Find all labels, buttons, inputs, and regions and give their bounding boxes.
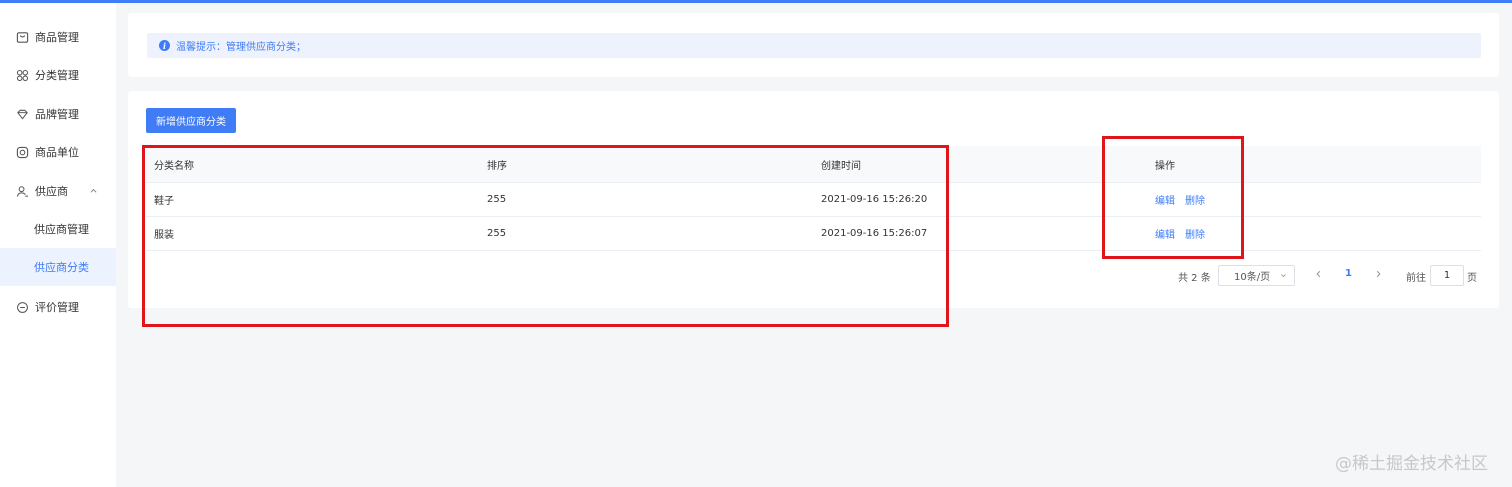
goto-label: 前往	[1406, 273, 1426, 284]
chevron-up-icon	[90, 188, 97, 193]
cell-actions: 编辑 删除	[1155, 183, 1215, 216]
info-icon: i	[159, 40, 170, 51]
sidebar-item-label: 商品管理	[35, 31, 79, 44]
diamond-icon	[16, 108, 29, 121]
grid-icon	[16, 69, 29, 82]
user-icon	[16, 185, 29, 198]
goto-suffix: 页	[1467, 273, 1477, 284]
supplier-category-card: 新增供应商分类 分类名称 排序 创建时间 操作 鞋子 255 2021-09-1…	[128, 91, 1499, 308]
chat-icon	[16, 301, 29, 314]
edit-link[interactable]: 编辑	[1155, 192, 1175, 207]
delete-link[interactable]: 删除	[1185, 226, 1205, 241]
cell-actions: 编辑 删除	[1155, 217, 1215, 250]
watermark: @稀土掘金技术社区	[1335, 454, 1488, 474]
cell-sort: 255	[487, 194, 507, 205]
delete-link[interactable]: 删除	[1185, 192, 1205, 207]
camera-icon	[16, 146, 29, 159]
page-size-select[interactable]: 10条/页	[1218, 265, 1295, 286]
top-accent-bar	[0, 0, 1512, 3]
sidebar-item-supplier-category[interactable]: 供应商分类	[0, 248, 116, 286]
sidebar-item-supplier-manage[interactable]: 供应商管理	[0, 210, 116, 248]
page-size-value: 10条/页	[1234, 272, 1271, 283]
sidebar-item-category[interactable]: 分类管理	[0, 56, 116, 94]
sidebar-item-supplier[interactable]: 供应商	[0, 172, 116, 210]
column-header-created: 创建时间	[821, 160, 861, 172]
prev-page-icon[interactable]	[1314, 269, 1323, 279]
goto-page-input[interactable]	[1430, 265, 1464, 286]
table-row: 鞋子 255 2021-09-16 15:26:20 编辑 删除	[146, 183, 1481, 217]
table-row: 服装 255 2021-09-16 15:26:07 编辑 删除	[146, 217, 1481, 251]
cell-created: 2021-09-16 15:26:20	[821, 194, 928, 205]
page-number-current[interactable]: 1	[1345, 268, 1352, 279]
sidebar-item-label: 商品单位	[35, 146, 79, 159]
cell-name: 鞋子	[154, 196, 174, 207]
box-icon	[16, 31, 29, 44]
tip-alert: i 温馨提示：管理供应商分类；	[147, 33, 1481, 58]
column-header-actions: 操作	[1155, 160, 1175, 172]
cell-name: 服装	[154, 230, 174, 241]
sidebar: 商品管理 分类管理 品牌管理 商品单位 供应商 供应商管理 供应商分类 评价管理	[0, 3, 116, 487]
sidebar-item-label: 评价管理	[35, 301, 79, 314]
edit-link[interactable]: 编辑	[1155, 226, 1175, 241]
sidebar-item-brand[interactable]: 品牌管理	[0, 95, 116, 133]
pagination-total: 共 2 条	[1178, 273, 1211, 284]
tip-card: i 温馨提示：管理供应商分类；	[128, 13, 1499, 77]
chevron-down-icon	[1281, 274, 1286, 278]
sidebar-item-label: 分类管理	[35, 69, 79, 82]
sidebar-item-label: 供应商分类	[34, 261, 89, 274]
sidebar-item-label: 供应商	[35, 185, 68, 198]
tip-text: 温馨提示：管理供应商分类；	[176, 42, 306, 53]
sidebar-item-label: 供应商管理	[34, 223, 89, 236]
sidebar-item-goods[interactable]: 商品管理	[0, 18, 116, 56]
cell-created: 2021-09-16 15:26:07	[821, 228, 928, 239]
column-header-name: 分类名称	[154, 160, 194, 172]
sidebar-item-unit[interactable]: 商品单位	[0, 133, 116, 171]
sidebar-item-label: 品牌管理	[35, 108, 79, 121]
column-header-sort: 排序	[487, 160, 507, 172]
add-supplier-category-button[interactable]: 新增供应商分类	[146, 108, 236, 133]
next-page-icon[interactable]	[1374, 269, 1383, 279]
sidebar-item-review[interactable]: 评价管理	[0, 288, 116, 326]
table-header: 分类名称 排序 创建时间 操作	[146, 146, 1481, 183]
cell-sort: 255	[487, 228, 507, 239]
